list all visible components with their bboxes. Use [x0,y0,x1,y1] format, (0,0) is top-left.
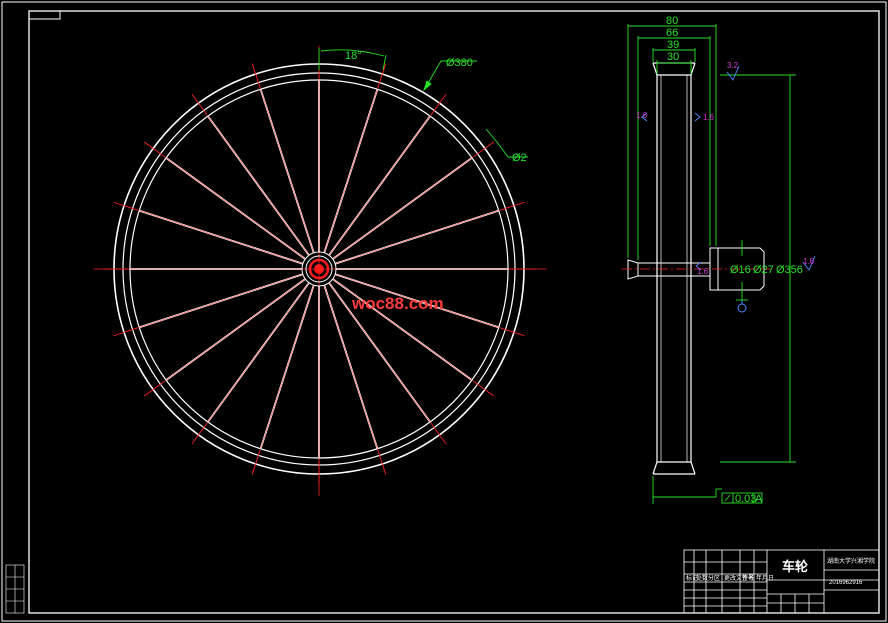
hub-diameter-16: Ø16 [730,264,751,276]
wheel-diameter-356: Ø356 [776,264,803,276]
width-39-label: 39 [667,39,679,51]
spoke [207,282,310,423]
drawing-number: 2016962916 [829,580,863,586]
cad-drawing-canvas: 18° Ø380 Ø2 woc88.com Ø16 Ø27 Ø356 80 66… [1,1,887,622]
title-block-label: 签名 [742,574,754,582]
side-view: Ø16 Ø27 Ø356 80 66 39 30 3.2 1.6 1.6 1.6… [622,15,816,505]
part-name: 车轮 [782,559,808,575]
rim-tick [191,93,208,116]
spoke [259,88,315,254]
datum-letter: A [755,493,763,505]
roughness-top: 3.2 [727,61,739,70]
rim-tick [143,141,166,158]
spoke [138,273,304,329]
spoke [165,157,306,260]
front-view: 18° Ø380 Ø2 [94,46,546,496]
rim-diameter-label: Ø380 [446,57,473,69]
rim-tick [430,422,447,445]
school-name: 湖南大学兴湘学院 [827,557,875,565]
tolerance-value: 0.03 [735,493,756,505]
roughness-symbols [641,65,816,271]
spoke [332,157,473,260]
roughness-hub: 1.6 [803,257,815,266]
spoke [259,284,315,450]
rim-tick [430,93,447,116]
angle-label: 18° [345,50,362,62]
rim-tick [472,380,495,397]
spoke [323,88,379,254]
width-66-label: 66 [666,27,678,39]
spoke-diameter-label: Ø2 [512,152,527,164]
watermark: woc88.com [351,294,444,313]
spoke [207,115,310,256]
datum-circle [737,303,747,313]
width-30-label: 30 [667,51,679,63]
roughness-axle: 1.6 [697,267,709,276]
rim-profile [652,62,696,475]
binding-strip [5,564,25,614]
title-block-label: 年月日 [756,574,774,582]
rim-tick [143,380,166,397]
width-80-label: 80 [666,15,678,27]
spoke [165,278,306,381]
rim-tick [191,422,208,445]
rim-tick [472,141,495,158]
title-block-label: 处数 [696,574,708,582]
roughness-left: 1.6 [636,111,648,120]
spoke [138,209,304,265]
title-block-label: 分区 [708,574,720,582]
spoke [328,115,431,256]
title-block-small-labels: 标记处数 分区 更改文件号签名 年月日 [686,574,774,582]
width-dimensions [627,24,796,463]
spoke [334,209,500,265]
roughness-right: 1.6 [703,113,715,122]
hub-diameter-27: Ø27 [753,264,774,276]
